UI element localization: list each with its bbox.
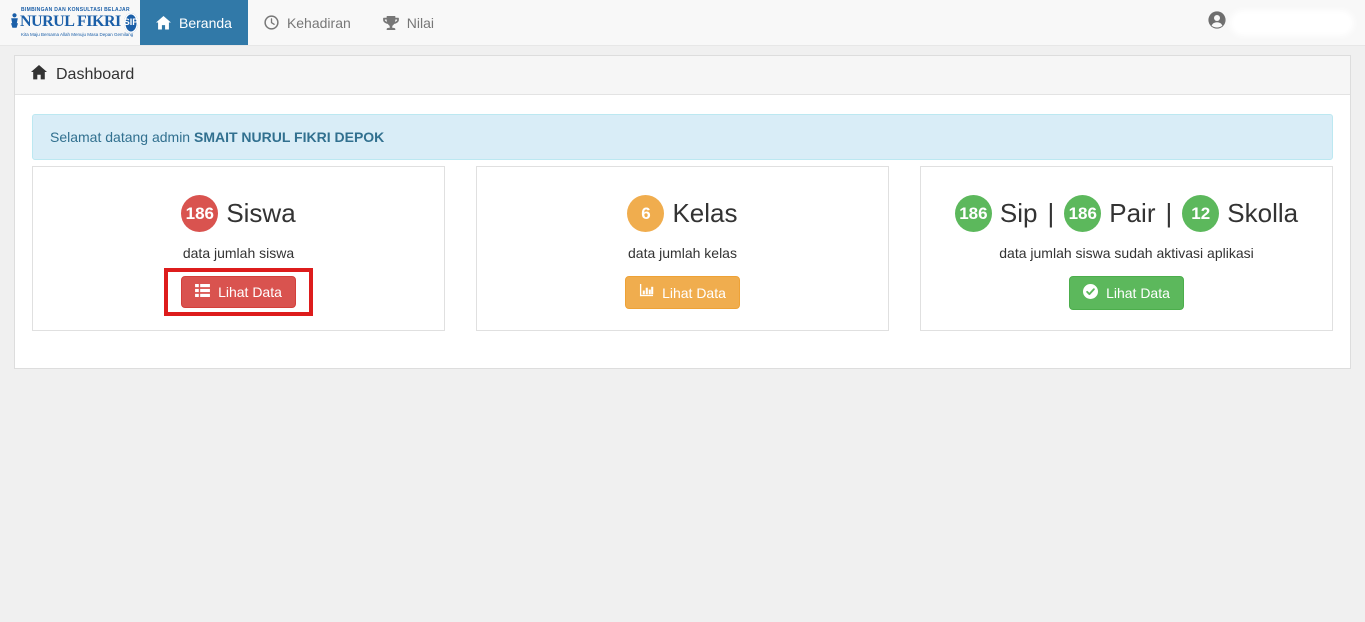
username-redacted xyxy=(1233,13,1351,33)
logo-tagline: Kita Maju Bersama Allah Menuju Masa Depa… xyxy=(21,33,134,38)
kelas-count-badge: 6 xyxy=(627,195,664,232)
card-aktivasi: 186 Sip | 186 Pair | 12 Skolla data juml… xyxy=(920,166,1333,331)
bar-chart-icon xyxy=(639,284,654,301)
dashboard-panel: Dashboard Selamat datang admin SMAIT NUR… xyxy=(14,55,1351,369)
check-circle-icon xyxy=(1083,284,1098,302)
nav-label: Beranda xyxy=(179,15,232,31)
card-title-label: Kelas xyxy=(672,195,737,232)
card-kelas-title: 6 Kelas xyxy=(477,195,888,232)
nav-label: Nilai xyxy=(407,15,434,31)
card-title-label: Siswa xyxy=(226,195,295,232)
highlight-annotation-box: Lihat Data xyxy=(164,268,313,316)
nav-item-kehadiran[interactable]: Kehadiran xyxy=(248,0,367,45)
nav-label: Kehadiran xyxy=(287,15,351,31)
trophy-icon xyxy=(383,16,399,30)
card-siswa: 186 Siswa data jumlah siswa Lihat Data xyxy=(32,166,445,331)
home-icon xyxy=(31,65,47,85)
card-siswa-description: data jumlah siswa xyxy=(33,245,444,261)
card-kelas-action: Lihat Data xyxy=(477,276,888,310)
stat-cards-row: 186 Siswa data jumlah siswa Lihat Data xyxy=(32,166,1333,331)
panel-body: Selamat datang admin SMAIT NURUL FIKRI D… xyxy=(15,95,1350,368)
skolla-count-badge: 12 xyxy=(1182,195,1219,232)
lihat-data-kelas-button[interactable]: Lihat Data xyxy=(625,276,740,309)
card-siswa-action: Lihat Data xyxy=(33,276,444,310)
pair-count-badge: 186 xyxy=(1064,195,1101,232)
user-menu[interactable] xyxy=(1208,0,1365,45)
nav-item-nilai[interactable]: Nilai xyxy=(367,0,450,45)
welcome-text: Selamat datang admin xyxy=(50,129,190,145)
welcome-alert: Selamat datang admin SMAIT NURUL FIKRI D… xyxy=(32,114,1333,160)
card-kelas-description: data jumlah kelas xyxy=(477,245,888,261)
pair-label: Pair xyxy=(1109,195,1155,232)
button-label: Lihat Data xyxy=(1106,285,1170,301)
th-list-icon xyxy=(195,284,210,300)
button-label: Lihat Data xyxy=(662,285,726,301)
card-aktivasi-title: 186 Sip | 186 Pair | 12 Skolla xyxy=(921,195,1332,232)
logo-sip-badge: SIP xyxy=(124,13,139,33)
siswa-count-badge: 186 xyxy=(181,195,218,232)
school-name: SMAIT NURUL FIKRI DEPOK xyxy=(194,129,384,145)
clock-icon xyxy=(264,15,279,30)
card-aktivasi-description: data jumlah siswa sudah aktivasi aplikas… xyxy=(921,245,1332,261)
card-kelas: 6 Kelas data jumlah kelas Lihat Data xyxy=(476,166,889,331)
home-icon xyxy=(156,16,171,30)
lihat-data-siswa-button[interactable]: Lihat Data xyxy=(181,276,296,308)
skolla-label: Skolla xyxy=(1227,195,1298,232)
panel-heading: Dashboard xyxy=(15,56,1350,95)
person-logo-icon xyxy=(10,13,19,33)
page-title: Dashboard xyxy=(56,66,134,84)
separator: | xyxy=(1166,195,1173,232)
sip-label: Sip xyxy=(1000,195,1038,232)
user-avatar-icon xyxy=(1208,11,1226,34)
top-navbar: BIMBINGAN DAN KONSULTASI BELAJAR NURUL F… xyxy=(0,0,1365,46)
logo-brand-text: NURUL FIKRI xyxy=(20,14,121,31)
nav-item-beranda[interactable]: Beranda xyxy=(140,0,248,45)
sip-count-badge: 186 xyxy=(955,195,992,232)
main-nav: Beranda Kehadiran Nilai xyxy=(140,0,450,45)
separator: | xyxy=(1047,195,1054,232)
card-siswa-title: 186 Siswa xyxy=(33,195,444,232)
brand-logo[interactable]: BIMBINGAN DAN KONSULTASI BELAJAR NURUL F… xyxy=(0,0,140,45)
card-aktivasi-action: Lihat Data xyxy=(921,276,1332,310)
lihat-data-aktivasi-button[interactable]: Lihat Data xyxy=(1069,276,1184,310)
button-label: Lihat Data xyxy=(218,284,282,300)
